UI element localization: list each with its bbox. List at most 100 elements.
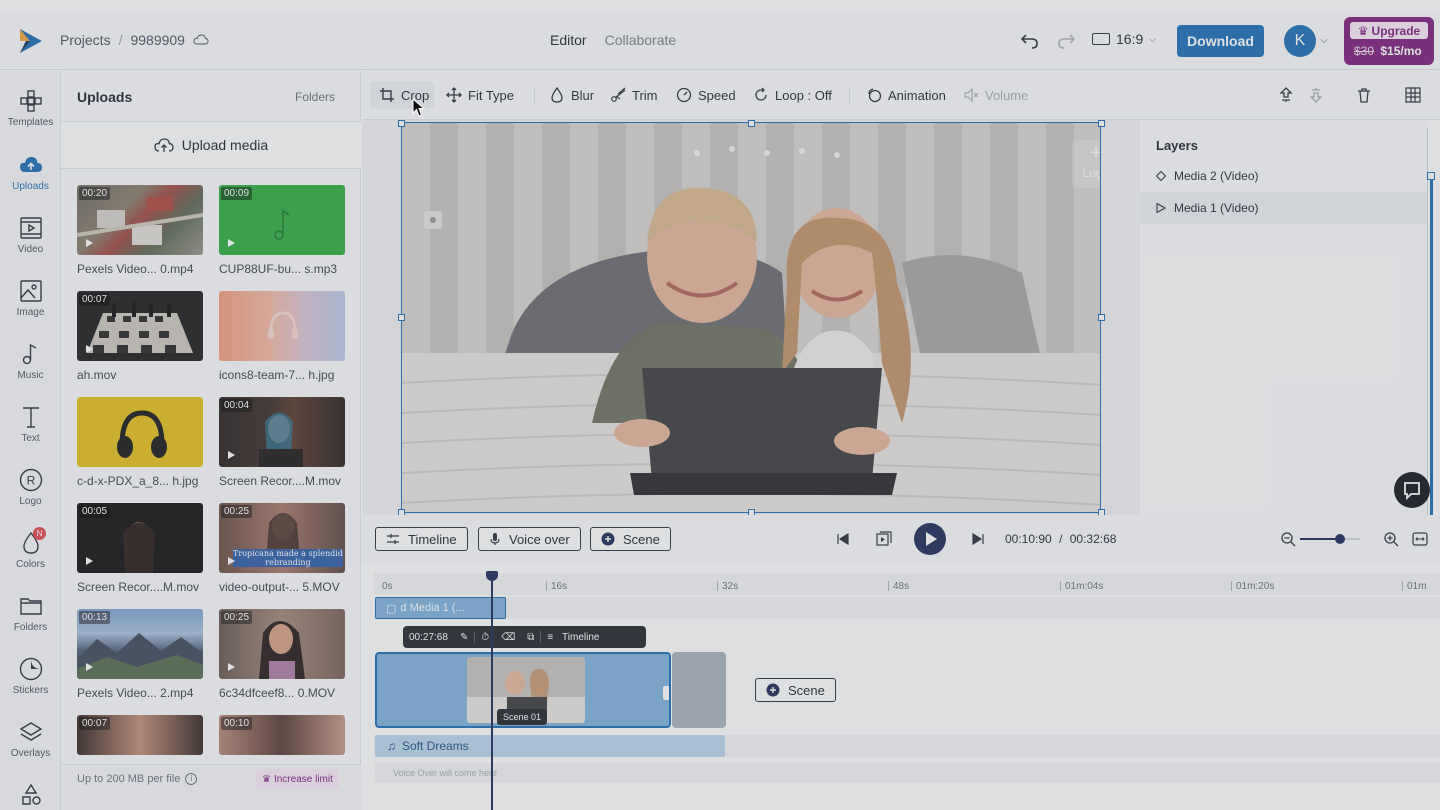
zoom-out-icon[interactable] <box>1280 531 1296 547</box>
tab-editor[interactable]: Editor <box>550 32 587 48</box>
upload-media-label: Upload media <box>181 137 269 153</box>
aspect-ratio-select[interactable]: 16:9 ⌵ <box>1092 31 1156 47</box>
media-clip[interactable]: ▢ d Media 1 (... <box>375 597 506 619</box>
media-item[interactable]: 00:09 CUP88UF-bu... s.mp3 <box>219 185 345 276</box>
zoom-slider-thumb[interactable] <box>1335 534 1346 544</box>
clip-timeline-button[interactable]: ≡ Timeline <box>541 632 611 643</box>
loop-toggle[interactable]: Loop : Off <box>753 87 832 103</box>
chat-bubble-icon <box>1404 482 1420 501</box>
scene-clip-next[interactable] <box>672 652 726 728</box>
media-item[interactable]: 00:07 <box>77 715 203 755</box>
play-button[interactable] <box>914 523 946 555</box>
preview-scene-icon[interactable] <box>876 531 892 547</box>
rail-uploads[interactable]: Uploads <box>0 153 61 192</box>
audio-clip[interactable]: ♫ Soft Dreams <box>375 735 725 757</box>
media-item[interactable]: 00:13 Pexels Video... 2.mp4 <box>77 609 203 700</box>
undo-icon[interactable] <box>1020 30 1040 50</box>
user-avatar[interactable]: K <box>1284 25 1316 57</box>
fit-timeline-icon[interactable] <box>1412 531 1428 547</box>
rail-more[interactable] <box>0 783 61 810</box>
upload-media-button[interactable]: Upload media <box>61 121 361 169</box>
chevron-down-icon[interactable]: ⌵ <box>1320 35 1328 46</box>
volume-button[interactable]: Volume <box>963 87 1028 103</box>
media-item[interactable]: icons8-team-7... h.jpg <box>219 291 345 382</box>
folders-link[interactable]: Folders <box>295 90 335 104</box>
rail-music[interactable]: Music <box>0 342 61 381</box>
grid-icon[interactable] <box>1405 87 1421 103</box>
media-item[interactable]: Tropicana made a splendid rebranding 00:… <box>219 503 345 594</box>
rail-templates[interactable]: Templates <box>0 89 61 128</box>
duration-badge: 00:25 <box>221 505 253 518</box>
add-scene-button[interactable]: Scene <box>590 527 671 551</box>
trash-icon[interactable]: ⌫ <box>495 632 521 643</box>
tab-collaborate[interactable]: Collaborate <box>605 32 677 48</box>
media-item[interactable]: c-d-x-PDX_a_8... h.jpg <box>77 397 203 488</box>
rail-text[interactable]: Text <box>0 405 61 444</box>
pencil-icon[interactable]: ✎ <box>454 632 474 643</box>
media-item[interactable]: 00:10 <box>219 715 345 755</box>
resize-handle[interactable] <box>398 314 405 321</box>
resize-handle[interactable] <box>1098 120 1105 127</box>
resize-handle[interactable] <box>1098 314 1105 321</box>
voiceover-button[interactable]: Voice over <box>478 527 581 551</box>
scene-trim-handle[interactable] <box>663 686 669 700</box>
plus-circle-icon <box>766 683 780 697</box>
animation-button[interactable]: Animation <box>866 87 946 103</box>
playhead[interactable] <box>491 573 493 810</box>
resize-handle[interactable] <box>748 120 755 127</box>
trim-button[interactable]: Trim <box>610 87 658 103</box>
rail-logo[interactable]: R Logo <box>0 468 61 507</box>
rail-image[interactable]: Image <box>0 279 61 318</box>
duplicate-icon[interactable]: ⧉ <box>521 632 540 643</box>
scene-label: Scene <box>623 531 660 547</box>
video-icon <box>19 217 42 239</box>
media-item[interactable]: 00:04 Screen Recor....M.mov <box>219 397 345 488</box>
plus-icon: + <box>1090 142 1101 164</box>
rail-overlays[interactable]: Overlays <box>0 720 61 759</box>
logo-placeholder[interactable]: + Logo <box>1072 140 1101 188</box>
increase-limit-button[interactable]: ♛ Increase limit <box>256 769 339 789</box>
layer-item[interactable]: Media 2 (Video) <box>1140 160 1428 192</box>
fit-type-button[interactable]: Fit Type <box>446 87 514 103</box>
skip-forward-icon[interactable] <box>970 531 986 547</box>
upgrade-button[interactable]: ♛ Upgrade $30 $15/mo <box>1344 17 1434 65</box>
loop-icon <box>755 87 767 101</box>
media-item[interactable]: 00:20 Pexels Video... 0.mp4 <box>77 185 203 276</box>
info-icon[interactable]: i <box>185 773 198 785</box>
rail-label: Uploads <box>12 181 49 192</box>
speed-button[interactable]: Speed <box>676 87 736 103</box>
media-item[interactable]: 00:07 ah.mov <box>77 291 203 382</box>
layer-item[interactable]: Media 1 (Video) <box>1140 192 1428 224</box>
play-icon <box>228 663 235 671</box>
rail-colors[interactable]: N Colors <box>0 527 61 570</box>
timeline-button[interactable]: Timeline <box>375 527 468 551</box>
redo-icon[interactable] <box>1056 30 1076 50</box>
zoom-in-icon[interactable] <box>1383 531 1399 547</box>
rail-stickers[interactable]: Stickers <box>0 657 61 696</box>
blur-button[interactable]: Blur <box>549 87 594 103</box>
media-item[interactable]: 00:25 6c34dfceef8... 0.MOV <box>219 609 345 700</box>
voiceover-track[interactable]: Voice Over will come here <box>375 763 1440 783</box>
rail-video[interactable]: Video <box>0 216 61 255</box>
bring-forward-icon[interactable] <box>1278 87 1294 103</box>
old-price: $30 <box>1354 44 1375 58</box>
send-backward-icon[interactable] <box>1308 87 1324 103</box>
media-item[interactable]: 00:05 Screen Recor....M.mov <box>77 503 203 594</box>
chat-button[interactable] <box>1394 472 1430 508</box>
breadcrumb-projects[interactable]: Projects <box>60 32 111 48</box>
audio-label: Soft Dreams <box>402 739 469 753</box>
skip-back-icon[interactable] <box>835 531 851 547</box>
scene-clip[interactable]: Scene 01 <box>375 652 671 728</box>
add-scene-button[interactable]: Scene <box>755 678 836 702</box>
play-icon <box>228 239 235 247</box>
time-ruler[interactable]: 0s 16s 32s 48s 01m:04s 01m:20s 01m <box>374 573 1440 595</box>
download-button[interactable]: Download <box>1177 25 1264 57</box>
resize-handle[interactable] <box>1427 172 1435 180</box>
video-preview[interactable]: + Logo <box>401 122 1101 513</box>
sticker-icon <box>19 657 42 681</box>
rail-folders[interactable]: Folders <box>0 594 61 633</box>
trash-icon[interactable] <box>1356 87 1372 103</box>
app-logo[interactable] <box>16 26 46 56</box>
resize-handle[interactable] <box>398 120 405 127</box>
project-name[interactable]: 9989909 <box>130 32 185 48</box>
